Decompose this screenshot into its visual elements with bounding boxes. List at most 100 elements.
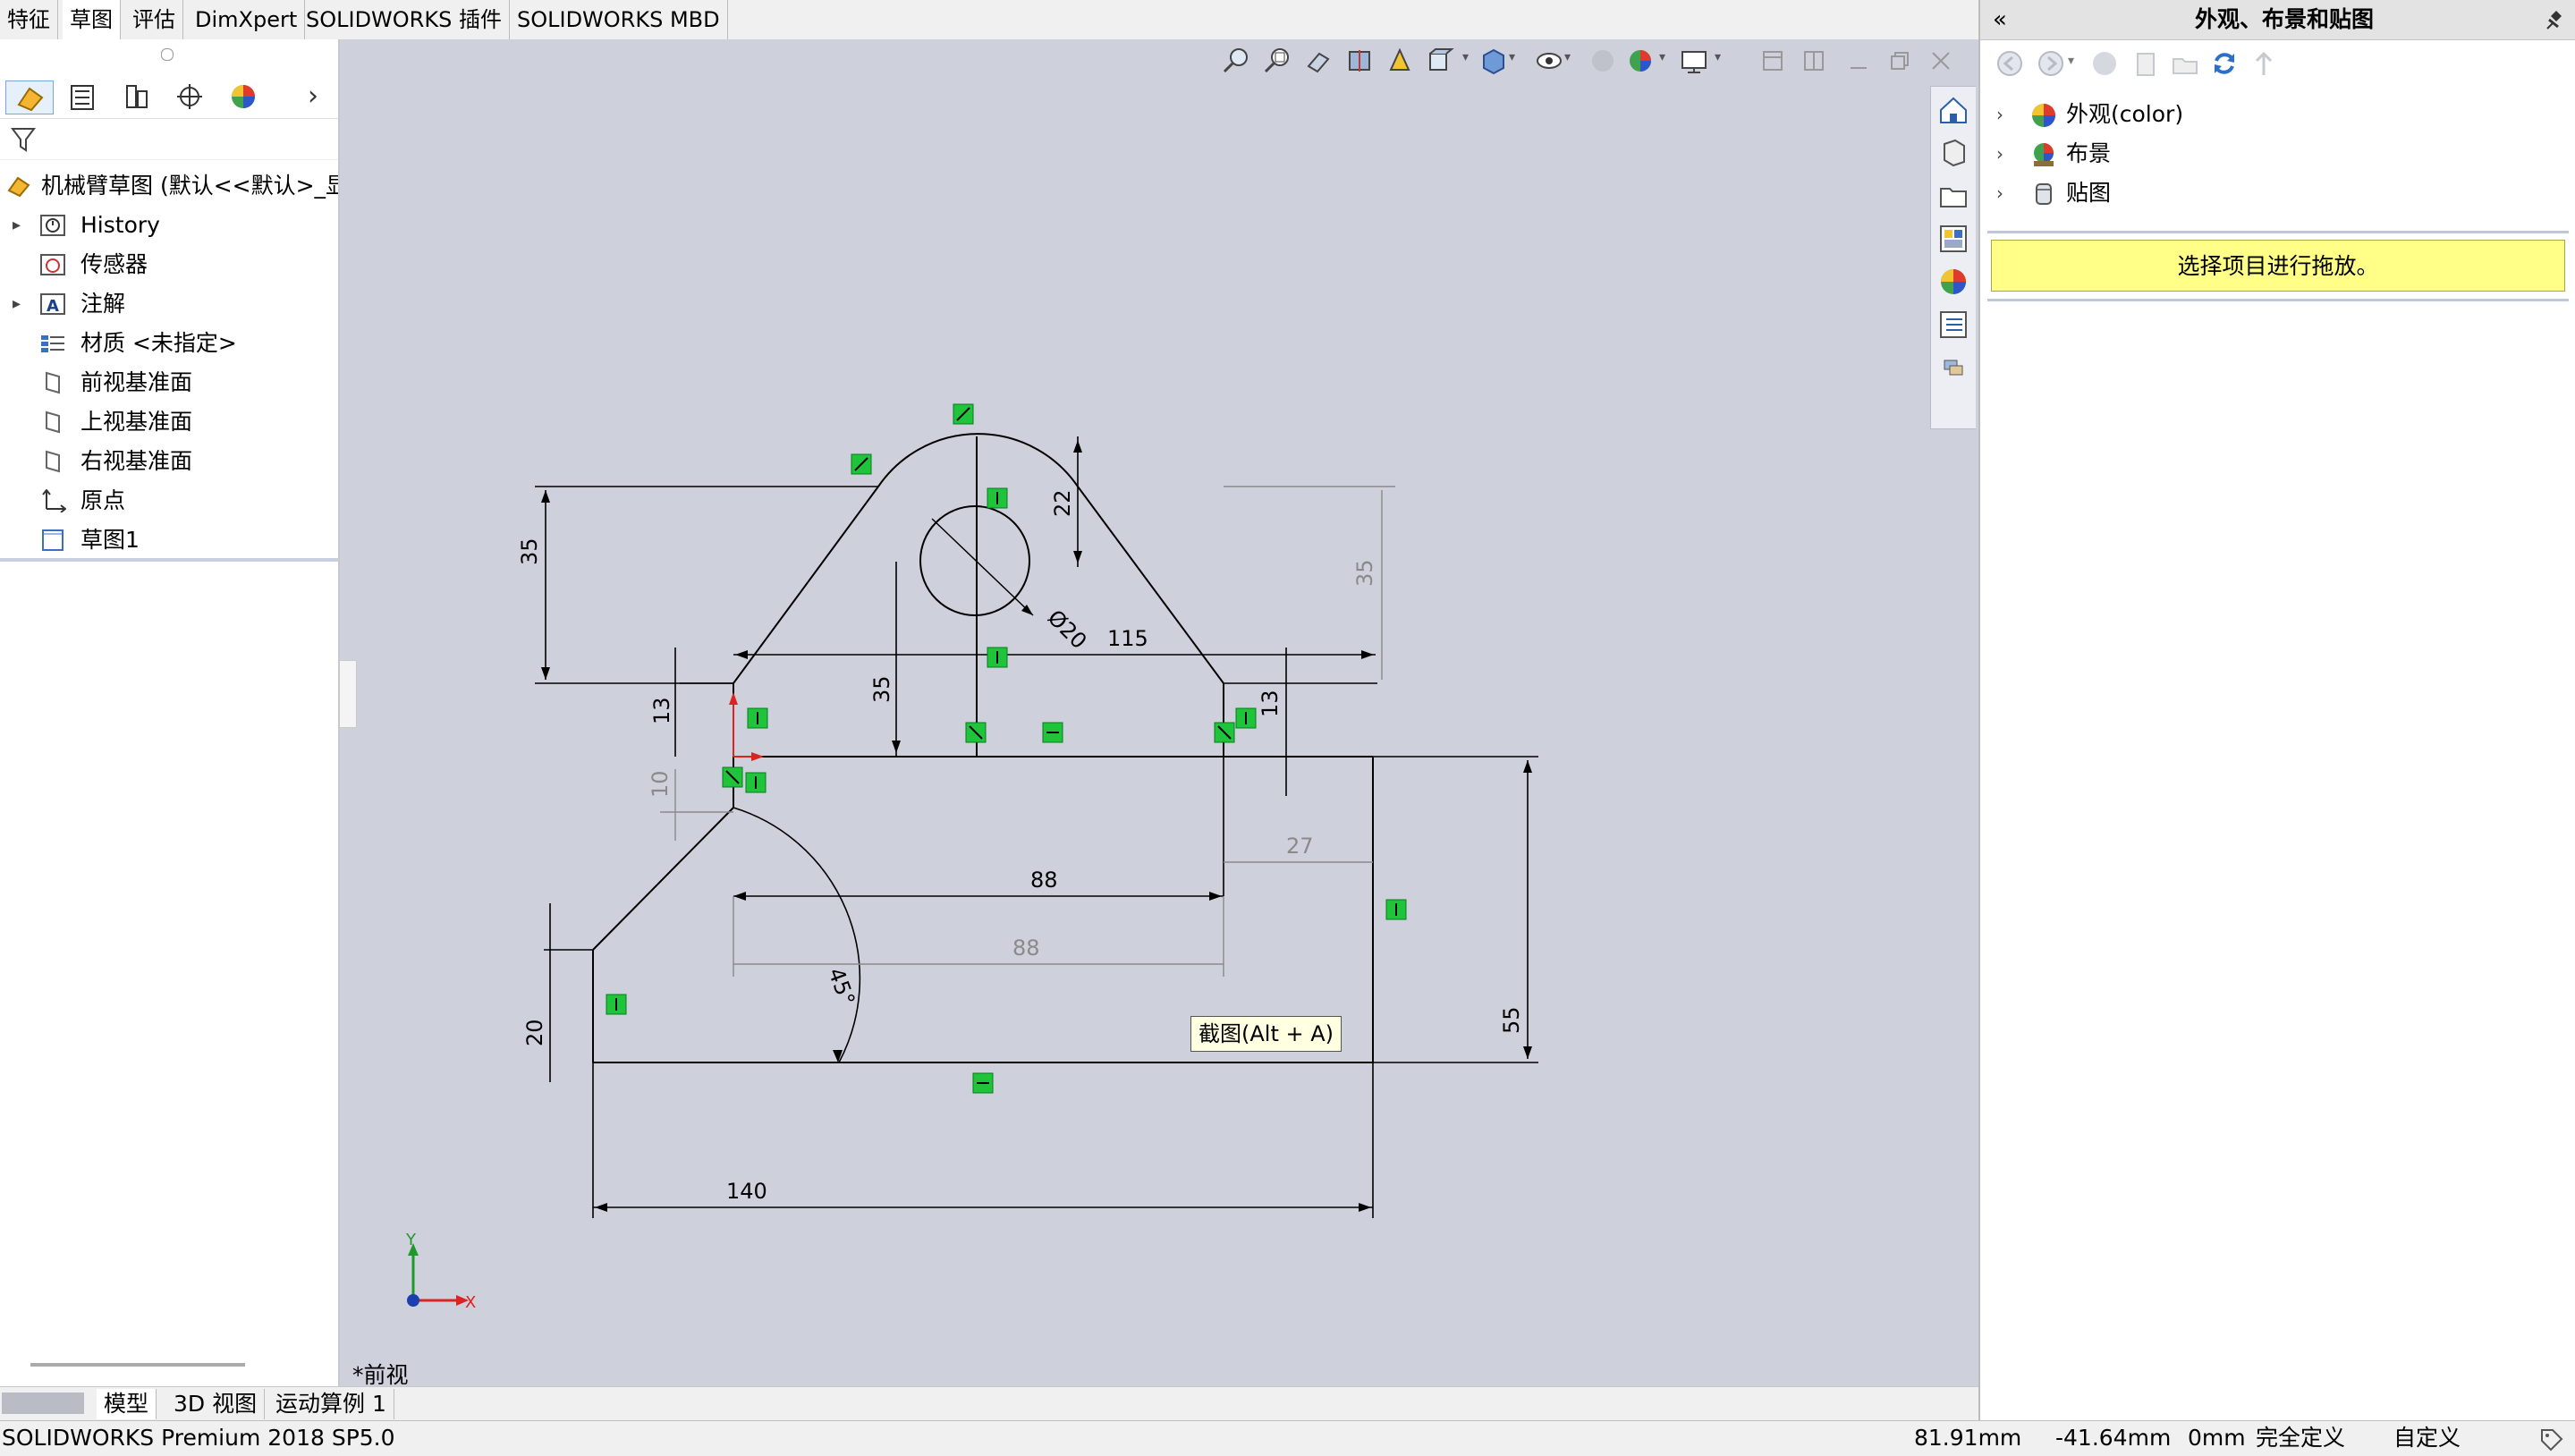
plane-icon	[46, 371, 60, 394]
panel-grip-icon[interactable]	[161, 48, 174, 61]
tree-item-label: 传感器	[80, 251, 148, 277]
tree-item-label: 贴图	[2066, 180, 2112, 206]
tree-item-annotations[interactable]: ▸ A 注解	[0, 284, 338, 324]
expand-arrow-icon[interactable]: ›	[1996, 174, 2003, 213]
dimxpert-manager-tab[interactable]	[166, 80, 215, 114]
right-slope[interactable]	[1077, 486, 1224, 684]
tab-model[interactable]: 模型	[97, 1389, 157, 1419]
material-icon	[41, 335, 64, 352]
tree-item-label: 注解	[80, 291, 126, 317]
expand-arrow-icon[interactable]: ›	[1996, 134, 2003, 174]
feature-manager-panel: › 机械臂草图 (默认<<默认>_显示 ▸ History 传感器 ▸ A 注解…	[0, 39, 340, 1386]
sketch-canvas[interactable]: 35 22 Ø20 115 35 13 13 88 45° 20 55 140 …	[340, 39, 1978, 1386]
dim-center-height-35: 35	[869, 675, 894, 703]
graphics-area[interactable]: ▾ ▾ ▾ ▾ ▾ 35 22 Ø20 115 35 13 13 88 45° …	[340, 39, 1978, 1388]
y-coordinate: -41.64mm	[2055, 1425, 2172, 1451]
svg-text:A: A	[47, 297, 59, 316]
pane-splitter[interactable]	[1987, 299, 2569, 301]
left-slope[interactable]	[733, 486, 879, 684]
axis-triad	[407, 1243, 469, 1307]
tab-evaluate[interactable]: 评估	[125, 0, 183, 39]
expand-arrow-icon[interactable]: ▸	[13, 284, 21, 324]
diameter-leader	[931, 518, 1034, 616]
configuration-manager-tab[interactable]	[113, 80, 161, 114]
tab-motion-study-1[interactable]: 运动算例 1	[268, 1389, 394, 1419]
left-chamfer[interactable]	[592, 807, 734, 951]
appearance-icon	[2032, 104, 2055, 127]
dim-inner-width-ref: 88	[1012, 935, 1040, 961]
property-manager-tab[interactable]	[59, 80, 107, 114]
dim-top-arc-22: 22	[1050, 489, 1075, 517]
tab-solidworks-addins[interactable]: SOLIDWORKS 插件	[299, 0, 510, 39]
tree-item-label: 草图1	[80, 527, 140, 553]
globe-icon[interactable]	[2089, 48, 2120, 79]
dropdown-caret-icon[interactable]: ▾	[2068, 54, 2074, 68]
tree-item-label: History	[80, 212, 160, 238]
tree-item-label: 上视基准面	[80, 409, 193, 435]
horizontal-scrollbar[interactable]	[30, 1363, 245, 1367]
tree-item-label: 布景	[2066, 140, 2112, 166]
manager-tabs: ›	[0, 77, 338, 119]
driven-dimension-text[interactable]: 35 10 27 88	[648, 559, 1377, 961]
view-name-label: *前视	[352, 1362, 409, 1388]
tag-icon[interactable]	[2538, 1426, 2563, 1452]
status-bar: SOLIDWORKS Premium 2018 SP5.0 81.91mm -4…	[0, 1420, 2575, 1456]
expand-arrow-icon[interactable]: ›	[1996, 95, 2003, 134]
dim-total-height-55: 55	[1499, 1006, 1524, 1034]
sketch-status: 完全定义	[2256, 1425, 2346, 1451]
plane-icon	[46, 450, 60, 473]
tree-item-scenes[interactable]: › 布景	[1980, 134, 2575, 174]
tree-item-sensors[interactable]: 传感器	[0, 245, 338, 284]
tree-item-top-plane[interactable]: 上视基准面	[0, 402, 338, 442]
tab-3d-views[interactable]: 3D 视图	[166, 1389, 266, 1419]
appearance-ball-icon	[232, 85, 255, 108]
tree-item-origin[interactable]: 原点	[0, 481, 338, 521]
tab-scroll-arrows[interactable]	[2, 1393, 84, 1414]
add-folder-icon[interactable]	[2170, 48, 2200, 79]
tree-item-material[interactable]: 材质 <未指定>	[0, 324, 338, 363]
chevron-right-icon[interactable]: ›	[308, 80, 318, 112]
forward-icon[interactable]	[2036, 48, 2066, 79]
library-add-icon[interactable]	[2130, 48, 2161, 79]
crosshair-icon	[177, 84, 202, 109]
tree-root-part[interactable]: 机械臂草图 (默认<<默认>_显示	[0, 166, 338, 206]
tree-item-front-plane[interactable]: 前视基准面	[0, 363, 338, 402]
double-chevron-left-icon[interactable]: «	[1993, 0, 2007, 39]
filter-icon[interactable]	[11, 127, 36, 154]
up-arrow-icon[interactable]	[2249, 48, 2279, 79]
z-coordinate: 0mm	[2188, 1425, 2246, 1451]
scene-icon	[2034, 143, 2054, 166]
axis-x-label: X	[465, 1293, 476, 1312]
back-icon[interactable]	[1995, 48, 2025, 79]
dim-inner-width-88: 88	[1030, 868, 1058, 893]
tree-item-history[interactable]: ▸ History	[0, 206, 338, 245]
configuration-icon	[126, 85, 148, 108]
feature-manager-tab[interactable]	[5, 80, 54, 114]
tree-item-label: 外观(color)	[2066, 101, 2184, 127]
tab-solidworks-mbd[interactable]: SOLIDWORKS MBD	[510, 0, 728, 39]
display-manager-tab[interactable]	[220, 80, 268, 114]
plane-icon	[46, 411, 60, 434]
task-pane-header: « 外观、布景和贴图	[1980, 0, 2575, 40]
panel-collapse-handle[interactable]	[340, 660, 357, 728]
history-icon	[40, 215, 65, 236]
tree-item-decals[interactable]: › 贴图	[1980, 174, 2575, 213]
top-arc[interactable]	[877, 433, 1079, 487]
part-icon	[7, 176, 30, 198]
unit-system[interactable]: 自定义	[2393, 1421, 2461, 1455]
pane-separator	[1987, 231, 2569, 233]
tab-dimxpert[interactable]: DimXpert	[188, 0, 306, 39]
tree-item-right-plane[interactable]: 右视基准面	[0, 442, 338, 481]
drag-drop-hint: 选择项目进行拖放。	[1991, 240, 2565, 292]
tab-features[interactable]: 特征	[0, 0, 58, 39]
refresh-icon[interactable]	[2209, 48, 2240, 79]
pin-icon[interactable]	[2542, 7, 2565, 34]
tab-sketch[interactable]: 草图	[63, 0, 121, 39]
sketch-geometry[interactable]	[592, 433, 1374, 1063]
panel-splitter[interactable]	[0, 558, 338, 562]
tree-item-sketch1[interactable]: 草图1	[0, 521, 338, 560]
tree-item-appearances[interactable]: › 外观(color)	[1980, 95, 2575, 134]
driven-dimension-lines	[660, 486, 1395, 977]
expand-arrow-icon[interactable]: ▸	[13, 206, 21, 245]
tree-item-label: 材质 <未指定>	[80, 330, 237, 356]
